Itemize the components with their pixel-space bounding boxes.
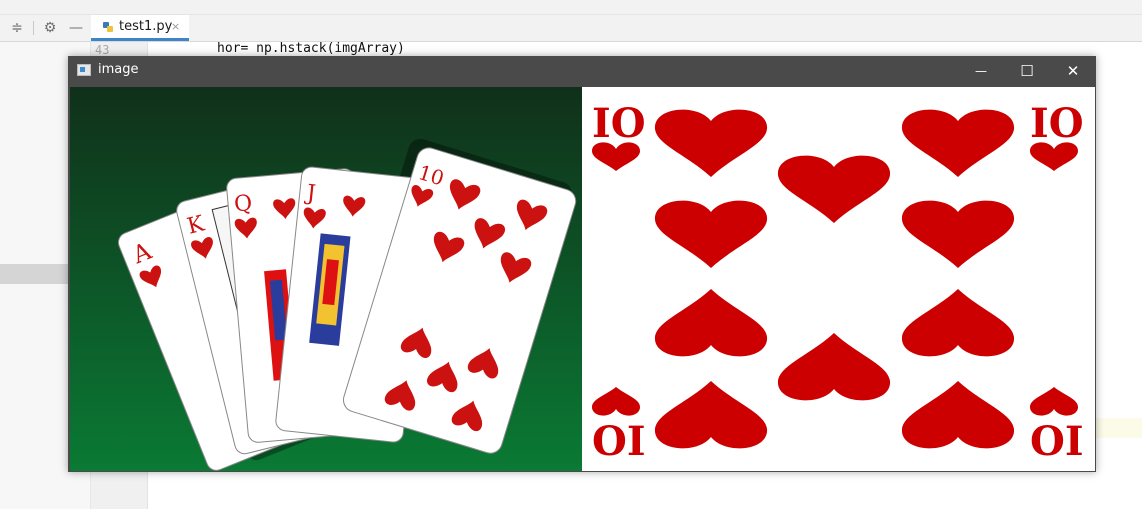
pip-heart: [901, 200, 1015, 268]
line-number: 43: [95, 43, 110, 57]
tab-label: test1.py: [119, 19, 173, 34]
window-title: image: [98, 62, 139, 77]
tab-close-icon[interactable]: ×: [171, 20, 180, 33]
minimize-icon: —: [975, 64, 987, 78]
close-button[interactable]: ✕: [1050, 56, 1096, 86]
royal-flush-picture: A K Q J 10: [70, 87, 582, 471]
minimize-button[interactable]: —: [958, 56, 1004, 86]
collapse-icon[interactable]: ≑: [7, 18, 27, 38]
pip-heart: [901, 381, 1015, 449]
pip-heart: [777, 155, 891, 223]
image-window[interactable]: image — ☐ ✕ A K Q J 10 IO IO OI OI: [68, 56, 1096, 472]
ten-of-hearts-picture: IO IO OI OI: [592, 100, 1084, 465]
corner-pip-bottom-left: [592, 387, 640, 416]
caret-row-highlight: [1096, 418, 1142, 438]
corner-index-top-right: IO: [1030, 100, 1084, 147]
pip-heart: [654, 289, 768, 357]
toolbar-divider: [33, 21, 34, 35]
maximize-button[interactable]: ☐: [1004, 56, 1050, 86]
corner-pip-bottom-right: [1030, 387, 1078, 416]
maximize-icon: ☐: [1020, 62, 1034, 80]
pip-heart: [777, 333, 891, 401]
ide-top-strip: [0, 0, 1142, 15]
window-app-icon: [77, 64, 91, 76]
code-line[interactable]: hor= np.hstack(imgArray): [217, 41, 405, 56]
hide-panel-icon[interactable]: —: [66, 18, 86, 38]
pip-heart: [654, 109, 768, 177]
svg-text:Q: Q: [233, 191, 253, 217]
gear-icon[interactable]: ⚙: [40, 18, 60, 38]
left-image-royal-flush: A K Q J 10: [70, 87, 582, 471]
right-image-ten-of-hearts: IO IO OI OI: [582, 87, 1095, 471]
pip-heart: [901, 109, 1015, 177]
pip-heart: [654, 381, 768, 449]
corner-index-bottom-left: OI: [592, 418, 646, 465]
close-icon: ✕: [1066, 62, 1080, 80]
image-canvas: A K Q J 10 IO IO OI OI: [70, 87, 1095, 471]
pip-heart: [654, 200, 768, 268]
corner-index-bottom-right: OI: [1030, 418, 1084, 465]
python-file-icon: [103, 22, 113, 32]
pip-heart: [901, 289, 1015, 357]
window-titlebar[interactable]: image — ☐ ✕: [68, 56, 1096, 86]
corner-index-top-left: IO: [592, 100, 646, 147]
editor-tab-test1[interactable]: test1.py ×: [91, 15, 189, 41]
